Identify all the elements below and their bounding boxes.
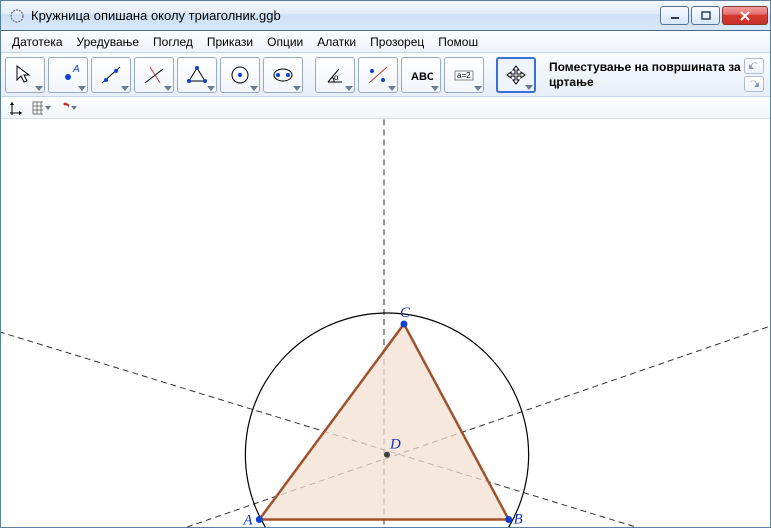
label-d: D [389, 437, 401, 453]
menu-display[interactable]: Прикази [200, 33, 260, 51]
tool-angle[interactable]: α [315, 57, 355, 93]
grid-toggle[interactable] [31, 99, 51, 117]
app-icon [9, 8, 25, 24]
menu-view[interactable]: Поглед [146, 33, 200, 51]
axes-toggle[interactable] [5, 99, 25, 117]
nav-buttons [744, 58, 766, 92]
menu-edit[interactable]: Уредување [70, 33, 147, 51]
point-capture[interactable] [57, 99, 77, 117]
tool-perpendicular[interactable] [134, 57, 174, 93]
undo-button[interactable] [744, 58, 764, 74]
graphics-view[interactable]: A B C D [1, 119, 770, 527]
tool-polygon[interactable] [177, 57, 217, 93]
svg-text:a=2: a=2 [457, 71, 471, 80]
close-button[interactable] [722, 6, 768, 25]
titlebar: Кружница опишана околу триаголник.ggb [1, 1, 770, 31]
tool-reflect[interactable] [358, 57, 398, 93]
point-c[interactable] [400, 321, 407, 328]
svg-text:α: α [334, 73, 339, 82]
svg-text:A: A [72, 64, 80, 75]
menubar: Датотека Уредување Поглед Прикази Опции … [1, 31, 770, 53]
tool-slider[interactable]: a=2 [444, 57, 484, 93]
minimize-button[interactable] [660, 6, 689, 25]
tool-circle[interactable] [220, 57, 260, 93]
point-a[interactable] [256, 516, 263, 523]
toolbar-hint: Поместување на површината за цртање [539, 60, 741, 89]
tool-ellipse[interactable] [263, 57, 303, 93]
tool-move-view[interactable] [496, 57, 536, 93]
label-c: C [400, 305, 411, 321]
tool-point[interactable]: A [48, 57, 88, 93]
window-title: Кружница опишана околу триаголник.ggb [31, 8, 660, 23]
menu-options[interactable]: Опции [260, 33, 310, 51]
svg-text:ABC: ABC [411, 71, 433, 83]
menu-file[interactable]: Датотека [5, 33, 70, 51]
menu-tools[interactable]: Алатки [310, 33, 363, 51]
tool-line[interactable] [91, 57, 131, 93]
maximize-button[interactable] [691, 6, 720, 25]
menu-help[interactable]: Помош [431, 33, 485, 51]
toolbar: A α ABC a=2 Поместување на површината за… [1, 53, 770, 97]
triangle [259, 324, 508, 519]
construction: A B C D [1, 119, 770, 527]
menu-window[interactable]: Прозорец [363, 33, 431, 51]
redo-button[interactable] [744, 76, 764, 92]
label-a: A [242, 512, 253, 527]
point-b[interactable] [505, 516, 512, 523]
tool-text[interactable]: ABC [401, 57, 441, 93]
tool-move[interactable] [5, 57, 45, 93]
window-buttons [660, 6, 768, 25]
label-b: B [514, 511, 523, 527]
stylebar [1, 97, 770, 119]
